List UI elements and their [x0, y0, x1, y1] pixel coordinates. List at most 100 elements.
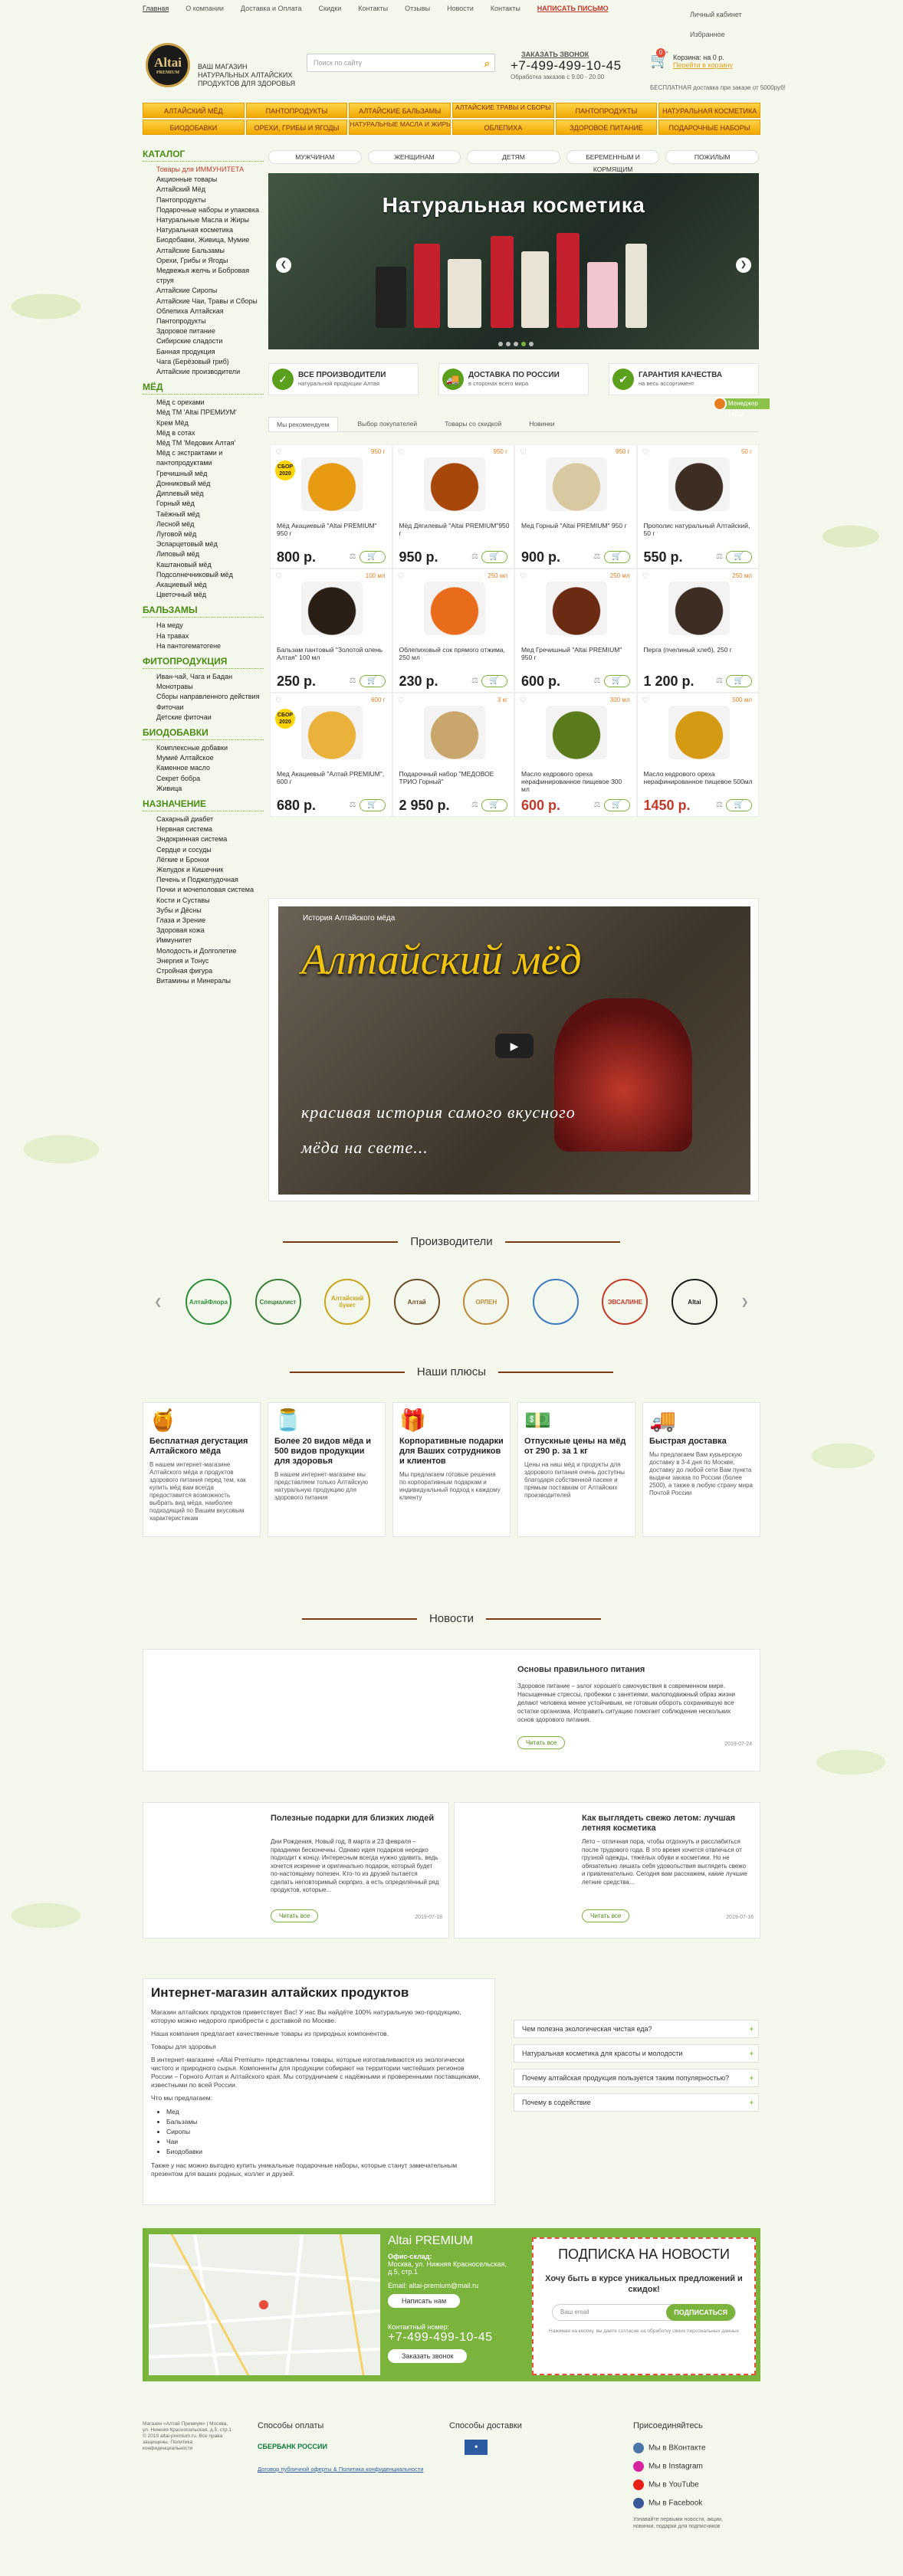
producers-next-icon[interactable]: ❯	[741, 1296, 749, 1307]
filter-pill[interactable]: ПОЖИЛЫМ	[665, 150, 759, 164]
news-title[interactable]: Основы правильного питания	[517, 1665, 686, 1675]
product-card[interactable]: ♡ 250 мл Мед Гречишный "Altai PREMIUM" 950…	[514, 569, 637, 693]
product-card[interactable]: ♡ 950 г Мёд Дягилевый "Altai PREMIUM"950 г…	[392, 444, 514, 569]
sidebar-item[interactable]: Диплевый мёд	[143, 489, 264, 499]
sidebar-item[interactable]: Секрет бобра	[143, 774, 264, 784]
news-read-button[interactable]: Читать все	[582, 1909, 630, 1922]
sidebar-item[interactable]: Донниковый мёд	[143, 479, 264, 489]
sidebar-heading[interactable]: НАЗНАЧЕНИЕ	[143, 798, 264, 811]
sidebar-heading[interactable]: БАЛЬЗАМЫ	[143, 605, 264, 618]
sidebar-item[interactable]: Здоровое питание	[143, 326, 264, 336]
favorite-heart-icon[interactable]: ♡	[642, 572, 649, 581]
product-image[interactable]	[546, 457, 607, 511]
social-instagram[interactable]: Мы в Instagram	[633, 2461, 703, 2473]
nav-item[interactable]: НАТУРАЛЬНЫЕ МАСЛА И ЖИРЫ	[349, 120, 451, 135]
product-image[interactable]	[668, 457, 730, 511]
sidebar-item[interactable]: Сердце и сосуды	[143, 845, 264, 855]
sidebar-item[interactable]: Фиточаи	[143, 703, 264, 713]
sidebar-item[interactable]: Акционные товары	[143, 175, 264, 185]
tab-2[interactable]: Выбор покупателей	[350, 417, 425, 431]
sidebar-item[interactable]: Почки и мочеполовая система	[143, 885, 264, 895]
product-name[interactable]: Масло кедрового ореха нерафинированное п…	[521, 770, 632, 793]
sidebar-item[interactable]: Натуральная косметика	[143, 225, 264, 235]
product-card[interactable]: ♡ 250 мл Перга (пчелиный хлеб), 250 г 1 200…	[636, 569, 759, 693]
product-card[interactable]: ♡ 3 кг Подарочный набор "МЕДОВОЕ ТРИО Горн…	[392, 693, 514, 817]
producer-logo[interactable]: Специалист	[254, 1279, 301, 1325]
sidebar-item[interactable]: Орехи, Грибы и Ягоды	[143, 256, 264, 266]
product-image[interactable]	[668, 706, 730, 759]
sidebar-item[interactable]: Мёд ТМ 'Altai ПРЕМИУМ'	[143, 408, 264, 418]
sidebar-item[interactable]: Нервная система	[143, 824, 264, 834]
producer-logo[interactable]: АлтайФлора	[185, 1279, 231, 1325]
faq-item[interactable]: Чем полезна экологическая чистая еда? +	[514, 2020, 759, 2038]
compare-icon[interactable]: ⚖	[716, 677, 723, 685]
product-card[interactable]: ♡ 250 мл Облепиховый сок прямого отжима, 2…	[392, 569, 514, 693]
topbar-link-discounts[interactable]: Скидки	[319, 5, 342, 12]
add-to-cart-button[interactable]: 🛒	[603, 551, 630, 563]
office-map[interactable]	[149, 2234, 380, 2375]
tab-1[interactable]: Мы рекомендуем	[268, 417, 338, 431]
banner-dots[interactable]	[498, 342, 534, 346]
sidebar-item[interactable]: Алтайские Сиропы	[143, 286, 264, 296]
video-play-button[interactable]: ▶	[495, 1034, 534, 1058]
sidebar-item[interactable]: Здоровая кожа	[143, 926, 264, 936]
nav-item[interactable]: АЛТАЙСКИЕ ТРАВЫ И СБОРЫ	[452, 103, 554, 118]
product-image[interactable]	[423, 706, 485, 759]
compare-icon[interactable]: ⚖	[716, 552, 723, 561]
sidebar-item[interactable]: Акациевый мёд	[143, 580, 264, 590]
filter-pill[interactable]: БЕРЕМЕННЫМ И КОРМЯЩИМ	[566, 150, 660, 173]
sidebar-item[interactable]: Горный мёд	[143, 499, 264, 509]
sidebar-item[interactable]: Кости и Суставы	[143, 896, 264, 906]
product-card[interactable]: ♡ 500 мл Масло кедрового ореха нерафиниров…	[636, 693, 759, 817]
order-call-button[interactable]: Заказать звонок	[388, 2349, 468, 2363]
favorite-heart-icon[interactable]: ♡	[642, 448, 649, 457]
contact-phone[interactable]: +7-499-499-10-45	[388, 2331, 518, 2345]
topbar-link-about[interactable]: О компании	[186, 5, 224, 12]
product-name[interactable]: Мед Гречишный "Altai PREMIUM" 950 г	[521, 646, 632, 661]
product-card[interactable]: ♡ 50 г Прополис натуральный Алтайский, 50 …	[636, 444, 759, 569]
topbar-link-contacts[interactable]: Контакты	[358, 5, 388, 12]
sidebar-item[interactable]: Липовый мёд	[143, 549, 264, 559]
faq-expand-icon[interactable]: +	[750, 2094, 754, 2111]
filter-pill[interactable]: ЖЕНЩИНАМ	[367, 150, 461, 164]
sidebar-item[interactable]: Молодость и Долголетие	[143, 946, 264, 956]
sidebar-item[interactable]: Пантопродукты	[143, 195, 264, 205]
product-image[interactable]	[546, 706, 607, 759]
topbar-link-home[interactable]: Главная	[143, 5, 169, 12]
sidebar-item[interactable]: Печень и Поджелудочная	[143, 875, 264, 885]
faq-item[interactable]: Почему алтайская продукция пользуется та…	[514, 2069, 759, 2087]
nav-item[interactable]: ОРЕХИ, ГРИБЫ И ЯГОДЫ	[245, 120, 348, 135]
tab-4[interactable]: Новинки	[521, 417, 562, 431]
cart-link[interactable]: Перейти в корзину	[673, 61, 733, 69]
product-card[interactable]: ♡ 950 г СБОР 2020 Мёд Акациевый "Altai PREM…	[270, 444, 392, 569]
compare-icon[interactable]: ⚖	[350, 552, 356, 561]
news-title[interactable]: Как выглядеть свежо летом: лучшая летняя…	[582, 1814, 750, 1834]
social-vk[interactable]: Мы в ВКонтакте	[633, 2443, 706, 2454]
sidebar-item[interactable]: Алтайские Чаи, Травы и Сборы	[143, 297, 264, 306]
write-letter-link[interactable]: НАПИСАТЬ ПИСЬМО	[537, 5, 609, 12]
site-manager-chat[interactable]: Менеджер сайта	[713, 397, 770, 418]
add-to-cart-button[interactable]: 🛒	[726, 675, 752, 687]
sidebar-item[interactable]: На пантогематогене	[143, 641, 264, 651]
compare-icon[interactable]: ⚖	[471, 677, 478, 685]
product-name[interactable]: Мед Горный "Altai PREMIUM" 950 г	[521, 522, 632, 529]
sidebar-item[interactable]: Иван-чай, Чага и Бадан	[143, 672, 264, 682]
sidebar-item[interactable]: Товары для ИММУНИТЕТА	[143, 165, 264, 175]
banner-prev-button[interactable]: ❮	[276, 257, 291, 273]
sidebar-item[interactable]: Сборы направленного действия	[143, 692, 264, 702]
add-to-cart-button[interactable]: 🛒	[481, 799, 507, 811]
producer-logo[interactable]: Алтай	[393, 1279, 440, 1325]
write-us-button[interactable]: Написать нам	[388, 2294, 461, 2308]
sidebar-item[interactable]: Мёд ТМ 'Медовик Алтая'	[143, 438, 264, 448]
sidebar-item[interactable]: Детские фиточаи	[143, 713, 264, 723]
sidebar-item[interactable]: Алтайские Бальзамы	[143, 246, 264, 256]
search-input[interactable]: Поиск по сайту ⌕	[307, 54, 495, 72]
social-youtube[interactable]: Мы в YouTube	[633, 2479, 699, 2491]
sidebar-item[interactable]: Иммунитет	[143, 936, 264, 946]
product-name[interactable]: Мёд Акациевый "Altai PREMIUM" 950 г	[277, 522, 387, 537]
sidebar-item[interactable]: Лесной мёд	[143, 519, 264, 529]
sidebar-item[interactable]: Банная продукция	[143, 347, 264, 357]
sidebar-item[interactable]: Зубы и Дёсны	[143, 906, 264, 916]
faq-item[interactable]: Почему в содействие +	[514, 2093, 759, 2112]
favorite-heart-icon[interactable]: ♡	[520, 696, 527, 705]
